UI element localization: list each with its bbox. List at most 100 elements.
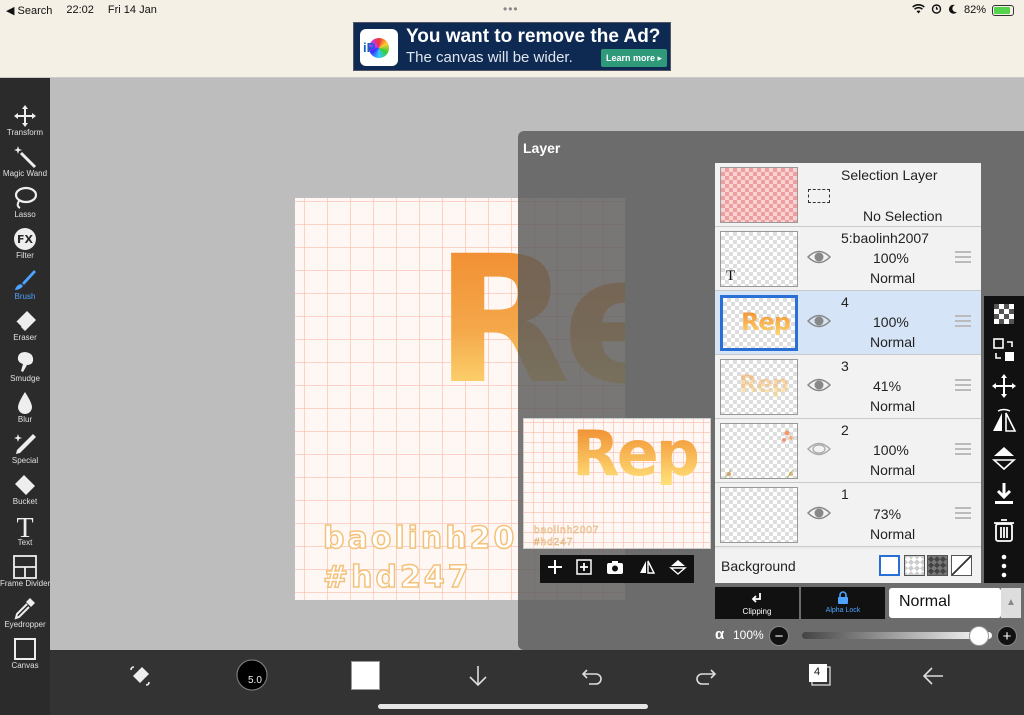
drag-handle-icon[interactable] (955, 315, 971, 330)
tool-lasso[interactable]: Lasso (0, 184, 50, 225)
camera-icon[interactable] (606, 559, 624, 580)
tool-blur[interactable]: Blur (0, 389, 50, 430)
wifi-icon (912, 3, 925, 17)
lasso-icon (0, 184, 50, 210)
brush-size-indicator[interactable]: 5.0 (236, 659, 268, 696)
canvas-preview: Rep baolinh2007 #hd247 (523, 418, 711, 549)
visibility-eye-icon[interactable] (806, 377, 832, 398)
tool-special[interactable]: Special (0, 430, 50, 471)
ad-bar: iP You want to remove the Ad? The canvas… (0, 20, 1024, 78)
tool-canvas[interactable]: Canvas (0, 635, 50, 676)
home-indicator[interactable] (378, 704, 648, 709)
ad-title: You want to remove the Ad? (406, 26, 661, 47)
back-to-search-link[interactable]: ◀ Search (6, 4, 52, 17)
tool-frame-divider[interactable]: Frame Divider (0, 553, 50, 594)
learn-more-button[interactable]: Learn more ▸ (601, 49, 667, 67)
layer-thumbnail (720, 487, 798, 543)
drop-icon (0, 389, 50, 415)
selection-layer-row[interactable]: Selection Layer No Selection (715, 163, 981, 227)
arrow-down-icon[interactable] (466, 664, 490, 693)
alarm-icon (931, 3, 942, 17)
clipping-arrow-icon (751, 593, 761, 603)
background-transparent-swatch[interactable] (904, 555, 925, 576)
flip-layer-vertical-icon[interactable] (990, 444, 1018, 472)
artwork-hashtag-text: #hd247 (322, 559, 472, 596)
tool-filter[interactable]: FX Filter (0, 225, 50, 266)
drag-handle-icon[interactable] (955, 251, 971, 266)
add-special-layer-icon[interactable] (576, 558, 593, 580)
layer-panel-title: Layer (523, 140, 561, 156)
drag-handle-icon[interactable] (955, 379, 971, 394)
more-options-icon[interactable] (990, 552, 1018, 580)
visibility-eye-icon[interactable] (806, 249, 832, 270)
layer-panel: Layer Rep baolinh2007 #hd247 Selection L… (518, 131, 1024, 650)
tool-magic-wand[interactable]: Magic Wand (0, 143, 50, 184)
ibispaint-logo-icon: iP (360, 29, 398, 66)
magic-wand-icon (0, 143, 50, 169)
blend-mode-arrow-icon[interactable]: ▲ (1001, 588, 1021, 618)
opacity-row: α 100% − + (715, 624, 1021, 646)
frame-divider-icon (0, 553, 50, 579)
flip-vertical-icon[interactable] (669, 559, 688, 580)
layer-swap-icon[interactable] (990, 336, 1018, 364)
opacity-decrease-button[interactable]: − (769, 626, 789, 646)
layer-row-5[interactable]: T 5:baolinh2007 100% Normal (715, 227, 981, 291)
canvas-icon (0, 635, 50, 661)
flip-layer-horizontal-icon[interactable] (990, 408, 1018, 436)
tool-eraser[interactable]: Eraser (0, 307, 50, 348)
move-layer-icon[interactable] (990, 372, 1018, 400)
opacity-increase-button[interactable]: + (997, 626, 1017, 646)
layer-thumbnail: T (720, 231, 798, 287)
layer-action-bar (540, 555, 694, 583)
fx-icon: FX (0, 225, 50, 251)
back-arrow-icon[interactable] (921, 664, 945, 693)
tool-text[interactable]: T Text (0, 512, 50, 553)
ad-banner[interactable]: iP You want to remove the Ad? The canvas… (353, 22, 671, 71)
layer-thumbnail (720, 423, 798, 479)
redo-icon[interactable] (694, 664, 718, 693)
clipping-button[interactable]: Clipping (715, 587, 799, 619)
tool-transform[interactable]: Transform (0, 102, 50, 143)
background-layer-row[interactable]: Background (715, 549, 981, 583)
battery-icon (992, 4, 1014, 16)
brush-icon (0, 266, 50, 292)
visibility-eye-icon[interactable] (806, 441, 832, 462)
background-none-swatch[interactable] (951, 555, 972, 576)
blend-mode-select[interactable]: Normal (889, 588, 1001, 618)
special-pen-icon (0, 430, 50, 456)
bucket-icon (0, 471, 50, 497)
layer-row-3[interactable]: Rep 3 41% Normal (715, 355, 981, 419)
layer-row-4[interactable]: Rep 4 100% Normal (715, 291, 981, 355)
tool-smudge[interactable]: Smudge (0, 348, 50, 389)
background-dark-checker-swatch[interactable] (927, 555, 948, 576)
visibility-eye-icon[interactable] (806, 313, 832, 334)
drag-handle-icon[interactable] (955, 443, 971, 458)
layers-button[interactable]: 4 (807, 662, 833, 693)
battery-percent: 82% (963, 4, 986, 16)
undo-icon[interactable] (580, 664, 604, 693)
opacity-slider[interactable] (802, 632, 992, 639)
checkerboard-icon[interactable] (990, 300, 1018, 328)
layer-row-1[interactable]: 1 73% Normal (715, 483, 981, 547)
flip-horizontal-icon[interactable] (638, 559, 656, 580)
primary-color-swatch[interactable] (351, 661, 380, 690)
tool-bucket[interactable]: Bucket (0, 471, 50, 512)
tool-eyedropper[interactable]: Eyedropper (0, 594, 50, 635)
opacity-slider-knob[interactable] (969, 626, 989, 646)
quick-tool-swap-icon[interactable] (128, 664, 152, 693)
status-date: Fri 14 Jan (107, 4, 157, 16)
trash-icon[interactable] (990, 516, 1018, 544)
tool-brush[interactable]: Brush (0, 266, 50, 307)
background-white-swatch[interactable] (879, 555, 900, 576)
merge-down-icon[interactable] (990, 480, 1018, 508)
add-layer-icon[interactable] (547, 559, 563, 580)
drag-handle-icon[interactable] (955, 507, 971, 522)
status-bar: ◀ Search 22:02 Fri 14 Jan ••• 82% (0, 0, 1024, 20)
layer-row-2[interactable]: 2 100% Normal (715, 419, 981, 483)
lock-icon (838, 591, 848, 604)
layer-thumbnail: Rep (720, 359, 798, 415)
visibility-eye-icon[interactable] (806, 505, 832, 526)
alpha-lock-button[interactable]: Alpha Lock (801, 587, 885, 619)
layer-list: Selection Layer No Selection T 5:baolinh… (715, 163, 981, 583)
multitask-dots[interactable]: ••• (503, 2, 519, 16)
